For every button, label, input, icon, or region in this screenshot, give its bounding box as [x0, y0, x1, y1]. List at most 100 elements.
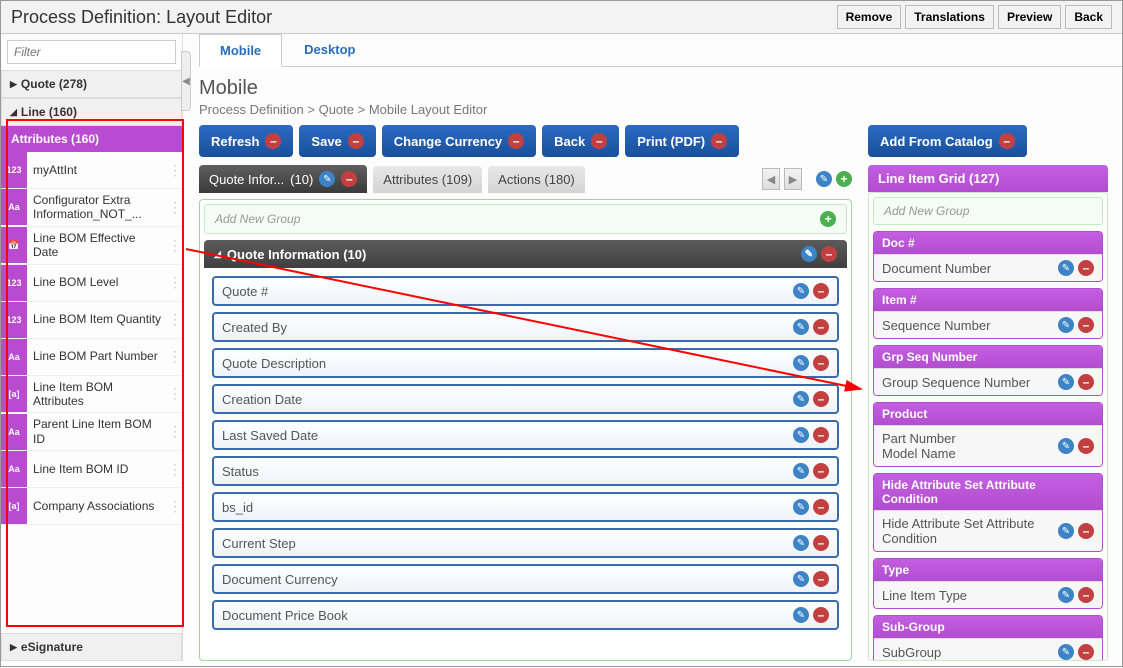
print-pdf--button[interactable]: Print (PDF)–	[625, 125, 739, 157]
change-currency-button[interactable]: Change Currency–	[382, 125, 536, 157]
attribute-item[interactable]: 123Line BOM Level⋮⋮	[1, 265, 182, 302]
sidebar-collapse-handle[interactable]: ◀	[181, 51, 191, 111]
field-pill[interactable]: Quote Description✎–	[212, 348, 839, 378]
tab-desktop[interactable]: Desktop	[284, 34, 375, 66]
drag-handle-icon[interactable]: ⋮⋮	[168, 461, 182, 478]
field-pill[interactable]: Status✎–	[212, 456, 839, 486]
remove-button[interactable]: Remove	[837, 5, 902, 29]
edit-icon[interactable]: ✎	[793, 571, 809, 587]
tab-mobile[interactable]: Mobile	[199, 34, 282, 67]
drag-handle-icon[interactable]: ⋮⋮	[168, 162, 182, 179]
field-pill[interactable]: Current Step✎–	[212, 528, 839, 558]
remove-icon[interactable]: –	[1078, 317, 1094, 333]
drag-handle-icon[interactable]: ⋮⋮	[168, 385, 182, 402]
edit-icon[interactable]: ✎	[319, 171, 335, 187]
edit-icon[interactable]: ✎	[793, 535, 809, 551]
add-from-catalog-button[interactable]: Add From Catalog –	[868, 125, 1027, 157]
remove-icon[interactable]: –	[341, 171, 357, 187]
remove-icon[interactable]: –	[813, 283, 829, 299]
edit-icon[interactable]: ✎	[793, 319, 809, 335]
back-button[interactable]: Back–	[542, 125, 619, 157]
drag-handle-icon[interactable]: ⋮⋮	[168, 423, 182, 440]
edit-icon[interactable]: ✎	[1058, 523, 1074, 539]
edit-icon[interactable]: ✎	[1058, 644, 1074, 660]
refresh-button[interactable]: Refresh–	[199, 125, 293, 157]
edit-icon[interactable]: ✎	[793, 391, 809, 407]
field-pill[interactable]: Last Saved Date✎–	[212, 420, 839, 450]
remove-icon[interactable]: –	[813, 355, 829, 371]
grid-column-card[interactable]: Grp Seq NumberGroup Sequence Number✎–	[873, 345, 1103, 396]
edit-icon[interactable]: ✎	[1058, 317, 1074, 333]
add-icon[interactable]: +	[820, 211, 836, 227]
remove-icon[interactable]: –	[1078, 438, 1094, 454]
remove-icon[interactable]: –	[999, 133, 1015, 149]
field-pill[interactable]: Document Currency✎–	[212, 564, 839, 594]
add-group-input[interactable]: Add New Group	[873, 197, 1103, 225]
edit-icon[interactable]: ✎	[793, 283, 809, 299]
drag-handle-icon[interactable]: ⋮⋮	[168, 498, 182, 515]
grid-column-card[interactable]: Hide Attribute Set Attribute ConditionHi…	[873, 473, 1103, 552]
attribute-item[interactable]: 123myAttInt⋮⋮	[1, 152, 182, 189]
remove-icon[interactable]: –	[813, 499, 829, 515]
tabpill-quote-info[interactable]: Quote Infor... (10) ✎ –	[199, 165, 367, 193]
field-pill[interactable]: Document Price Book✎–	[212, 600, 839, 630]
remove-icon[interactable]: –	[1078, 644, 1094, 660]
tree-node-quote[interactable]: ▶ Quote (278)	[1, 70, 182, 98]
edit-icon[interactable]: ✎	[801, 246, 817, 262]
remove-icon[interactable]: –	[265, 133, 281, 149]
attribute-item[interactable]: AaLine BOM Part Number⋮⋮	[1, 339, 182, 376]
remove-icon[interactable]: –	[821, 246, 837, 262]
translations-button[interactable]: Translations	[905, 5, 994, 29]
add-group-input[interactable]: Add New Group +	[204, 204, 847, 234]
remove-icon[interactable]: –	[813, 391, 829, 407]
edit-icon[interactable]: ✎	[793, 355, 809, 371]
drag-handle-icon[interactable]: ⋮⋮	[168, 348, 182, 365]
tree-node-attributes[interactable]: Attributes (160)	[1, 126, 182, 152]
remove-icon[interactable]: –	[591, 133, 607, 149]
grid-column-card[interactable]: Item #Sequence Number✎–	[873, 288, 1103, 339]
grid-column-card[interactable]: Doc #Document Number✎–	[873, 231, 1103, 282]
tabpill-actions[interactable]: Actions (180)	[488, 166, 585, 193]
edit-icon[interactable]: ✎	[1058, 260, 1074, 276]
drag-handle-icon[interactable]: ⋮⋮	[168, 237, 182, 254]
field-pill[interactable]: Created By✎–	[212, 312, 839, 342]
grid-column-card[interactable]: ProductPart NumberModel Name✎–	[873, 402, 1103, 467]
edit-icon[interactable]: ✎	[793, 607, 809, 623]
filter-input[interactable]	[7, 40, 176, 64]
grid-column-card[interactable]: Sub-GroupSubGroup✎–	[873, 615, 1103, 661]
edit-icon[interactable]: ✎	[816, 171, 832, 187]
attribute-item[interactable]: 123Line BOM Item Quantity⋮⋮	[1, 302, 182, 339]
section-header-quote-info[interactable]: ◢ Quote Information (10) ✎ –	[204, 240, 847, 268]
preview-button[interactable]: Preview	[998, 5, 1061, 29]
tabpill-attributes[interactable]: Attributes (109)	[373, 166, 482, 193]
tree-node-line[interactable]: ◢ Line (160)	[1, 98, 182, 126]
remove-icon[interactable]: –	[508, 133, 524, 149]
remove-icon[interactable]: –	[1078, 260, 1094, 276]
remove-icon[interactable]: –	[813, 571, 829, 587]
remove-icon[interactable]: –	[813, 463, 829, 479]
edit-icon[interactable]: ✎	[793, 427, 809, 443]
remove-icon[interactable]: –	[813, 427, 829, 443]
remove-icon[interactable]: –	[1078, 374, 1094, 390]
edit-icon[interactable]: ✎	[793, 463, 809, 479]
attribute-item[interactable]: [a]Line Item BOM Attributes⋮⋮	[1, 376, 182, 414]
scroll-right-icon[interactable]: ▶	[784, 168, 802, 190]
remove-icon[interactable]: –	[711, 133, 727, 149]
edit-icon[interactable]: ✎	[793, 499, 809, 515]
field-pill[interactable]: bs_id✎–	[212, 492, 839, 522]
remove-icon[interactable]: –	[813, 535, 829, 551]
remove-icon[interactable]: –	[813, 607, 829, 623]
grid-column-card[interactable]: TypeLine Item Type✎–	[873, 558, 1103, 609]
remove-icon[interactable]: –	[813, 319, 829, 335]
scroll-left-icon[interactable]: ◀	[762, 168, 780, 190]
back-button[interactable]: Back	[1065, 5, 1112, 29]
field-pill[interactable]: Quote #✎–	[212, 276, 839, 306]
drag-handle-icon[interactable]: ⋮⋮	[168, 274, 182, 291]
edit-icon[interactable]: ✎	[1058, 438, 1074, 454]
add-icon[interactable]: +	[836, 171, 852, 187]
drag-handle-icon[interactable]: ⋮⋮	[168, 311, 182, 328]
tree-node-esignature[interactable]: ▶ eSignature	[1, 633, 182, 661]
attribute-item[interactable]: AaLine Item BOM ID⋮⋮	[1, 451, 182, 488]
attribute-item[interactable]: 📅Line BOM Effective Date⋮⋮	[1, 227, 182, 265]
attribute-item[interactable]: AaConfigurator Extra Information_NOT_...…	[1, 189, 182, 227]
